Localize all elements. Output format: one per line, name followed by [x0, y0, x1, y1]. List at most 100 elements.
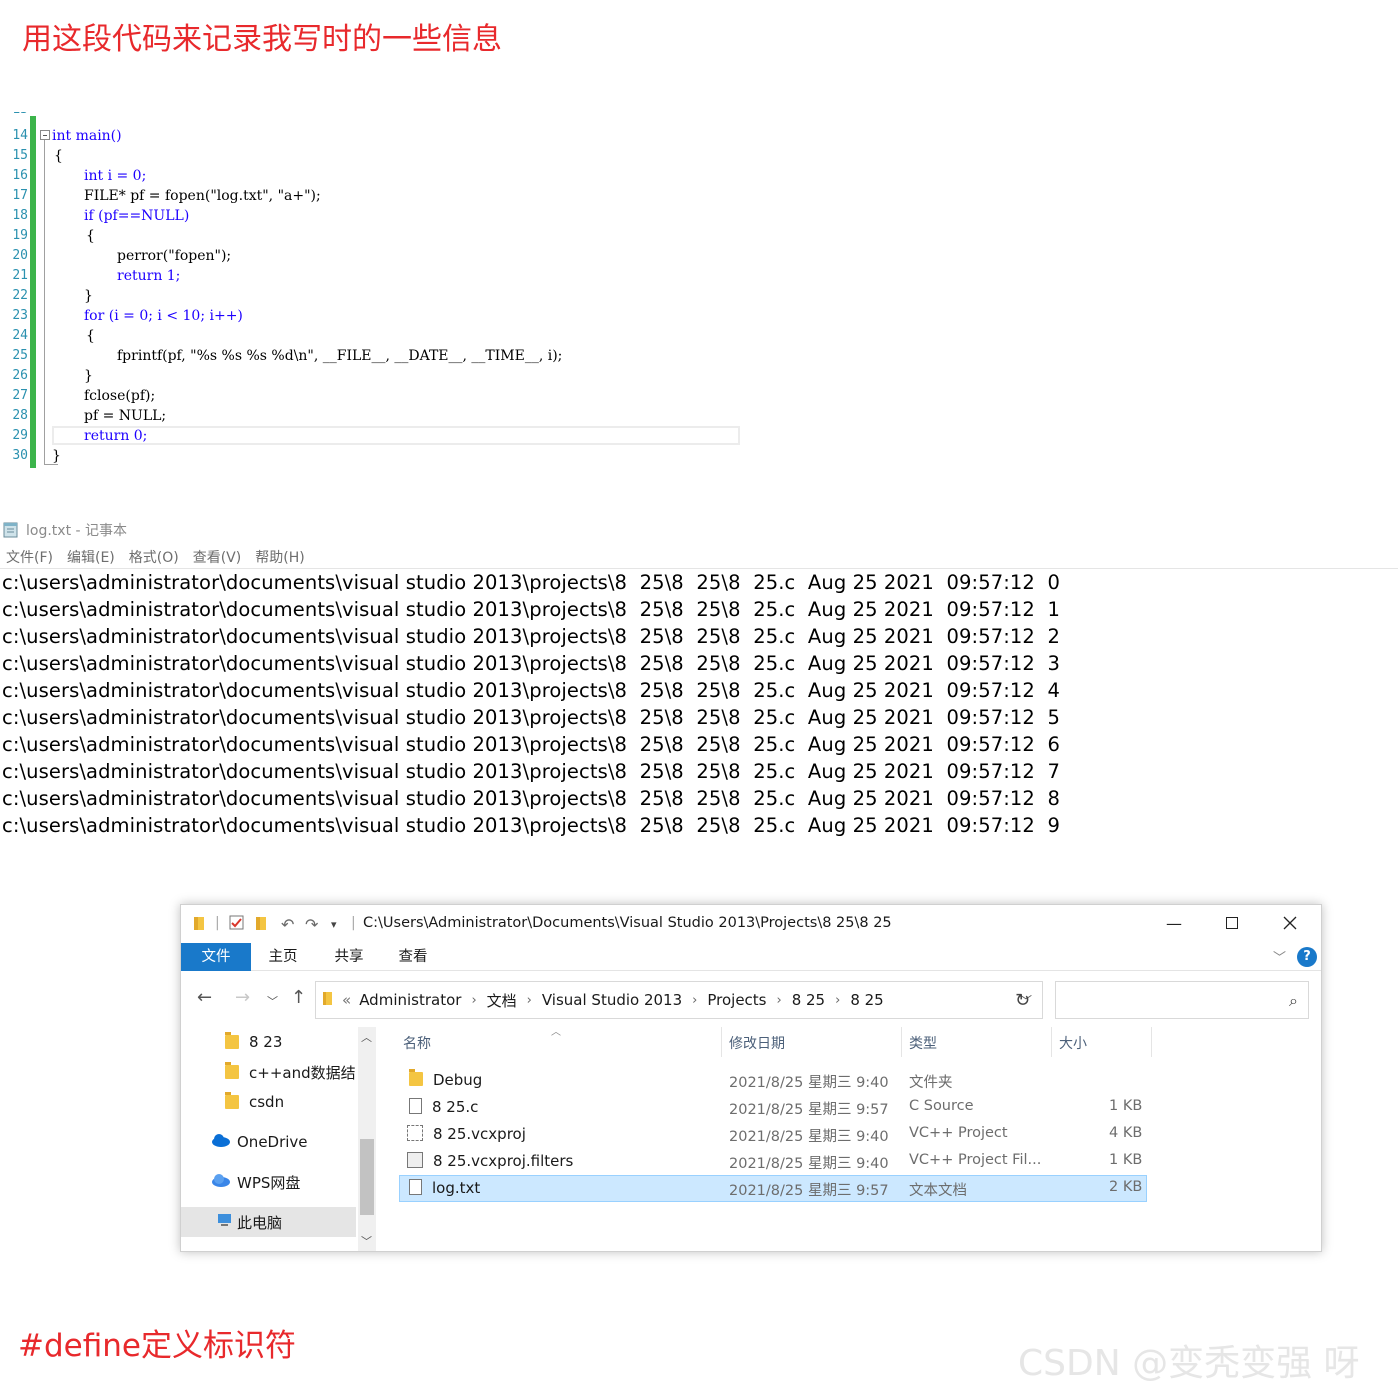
- file-row[interactable]: 8 25.vcxproj 2021/8/25 星期三 9:40 VC++ Pro…: [399, 1121, 1147, 1148]
- notepad-text-area[interactable]: c:\users\administrator\documents\visual …: [2, 569, 1398, 839]
- chevron-right-icon[interactable]: ›: [692, 993, 697, 1008]
- menu-view[interactable]: 查看(V): [193, 547, 242, 569]
- chevron-right-icon[interactable]: ›: [527, 993, 532, 1008]
- menu-file[interactable]: 文件(F): [6, 547, 53, 569]
- nav-item-wps[interactable]: WPS网盘: [181, 1167, 356, 1197]
- customize-toolbar-icon[interactable]: ▾: [331, 918, 337, 931]
- help-icon[interactable]: ?: [1297, 947, 1317, 967]
- nav-item-onedrive[interactable]: OneDrive: [181, 1127, 356, 1157]
- menu-help[interactable]: 帮助(H): [255, 547, 304, 569]
- address-bar[interactable]: « Administrator › 文档 › Visual Studio 201…: [315, 981, 1043, 1019]
- log-line: c:\users\administrator\documents\visual …: [2, 760, 1061, 783]
- nav-item-this-pc[interactable]: 此电脑: [181, 1207, 356, 1237]
- file-type: 文件夹: [909, 1075, 953, 1091]
- c-source-file-icon: [409, 1098, 422, 1114]
- properties-icon[interactable]: [229, 915, 245, 935]
- column-divider[interactable]: [721, 1027, 722, 1057]
- scroll-up-icon[interactable]: ︿: [361, 1029, 372, 1045]
- undo-icon[interactable]: ↶: [281, 915, 294, 934]
- toolbar-separator: |: [215, 915, 220, 931]
- project-file-icon: [407, 1125, 423, 1141]
- nav-item-label: OneDrive: [237, 1133, 308, 1151]
- column-divider[interactable]: [1151, 1027, 1152, 1057]
- log-line: c:\users\administrator\documents\visual …: [2, 625, 1061, 648]
- page-heading-top: 用这段代码来记录我写时的一些信息: [22, 22, 502, 57]
- scroll-down-icon[interactable]: ﹀: [361, 1233, 372, 1249]
- new-folder-icon[interactable]: [255, 915, 269, 935]
- ribbon-tabs: 文件 主页 共享 查看 ﹀ ?: [181, 943, 1321, 971]
- code-line: if (pf==NULL): [84, 208, 190, 224]
- column-header-type[interactable]: 类型: [909, 1033, 937, 1053]
- fold-guide: [44, 140, 45, 465]
- folder-icon: [322, 991, 334, 1010]
- notepad-titlebar: log.txt - 记事本: [2, 519, 127, 541]
- search-icon[interactable]: ⌕: [1289, 991, 1298, 1011]
- folder-icon: [225, 1092, 239, 1109]
- menu-format[interactable]: 格式(O): [129, 547, 179, 569]
- close-button[interactable]: [1267, 905, 1313, 941]
- recent-locations-icon[interactable]: ﹀: [267, 993, 278, 1009]
- line-number: 23: [12, 308, 28, 323]
- changed-lines-indicator: [30, 116, 36, 468]
- scrollbar-thumb[interactable]: [360, 1139, 374, 1215]
- line-number: 27: [12, 388, 28, 403]
- column-divider[interactable]: [1051, 1027, 1052, 1057]
- nav-item-label: 此电脑: [237, 1213, 283, 1232]
- file-row[interactable]: 8 25.c 2021/8/25 星期三 9:57 C Source 1 KB: [399, 1094, 1147, 1121]
- refresh-button[interactable]: ↻: [1003, 981, 1043, 1019]
- code-line: {: [54, 148, 63, 164]
- chevron-right-icon[interactable]: ›: [777, 993, 782, 1008]
- log-line: c:\users\administrator\documents\visual …: [2, 571, 1061, 594]
- project-filters-file-icon: [407, 1152, 423, 1168]
- tab-file[interactable]: 文件: [181, 943, 251, 971]
- file-type: VC++ Project: [909, 1125, 1008, 1141]
- breadcrumb-item[interactable]: Administrator: [359, 991, 461, 1009]
- forward-arrow-icon[interactable]: →: [235, 987, 250, 1008]
- nav-item-folder[interactable]: 8 23: [181, 1027, 356, 1057]
- nav-item-label: csdn: [249, 1093, 285, 1111]
- file-row[interactable]: Debug 2021/8/25 星期三 9:40 文件夹: [399, 1067, 1147, 1094]
- breadcrumb-item[interactable]: Projects: [707, 991, 766, 1009]
- expand-ribbon-icon[interactable]: ﹀: [1273, 947, 1286, 966]
- tab-share[interactable]: 共享: [321, 943, 377, 971]
- line-number: 16: [12, 168, 28, 183]
- minimize-button[interactable]: —: [1151, 905, 1197, 941]
- log-line: c:\users\administrator\documents\visual …: [2, 598, 1061, 621]
- file-name: 8 25.vcxproj.filters: [407, 1152, 573, 1170]
- redo-icon[interactable]: ↷: [305, 915, 318, 934]
- sort-arrow-icon: ︿: [551, 1027, 561, 1038]
- cloud-icon: [211, 1173, 231, 1191]
- code-line: }: [84, 368, 93, 384]
- menu-edit[interactable]: 编辑(E): [67, 547, 115, 569]
- breadcrumb-item[interactable]: Visual Studio 2013: [542, 991, 682, 1009]
- file-size: 2 KB: [1109, 1179, 1143, 1195]
- file-row[interactable]: 8 25.vcxproj.filters 2021/8/25 星期三 9:40 …: [399, 1148, 1147, 1175]
- chevron-right-icon[interactable]: ›: [835, 993, 840, 1008]
- breadcrumb-item[interactable]: 8 25: [850, 991, 883, 1009]
- tab-home[interactable]: 主页: [255, 943, 311, 971]
- log-line: c:\users\administrator\documents\visual …: [2, 679, 1061, 702]
- chevron-right-icon[interactable]: ›: [471, 993, 476, 1008]
- breadcrumb-item[interactable]: 文档: [487, 990, 517, 1011]
- nav-item-folder[interactable]: csdn: [181, 1087, 356, 1117]
- up-arrow-icon[interactable]: ↑: [291, 987, 306, 1008]
- breadcrumb-overflow[interactable]: «: [342, 991, 351, 1009]
- file-date: 2021/8/25 星期三 9:57: [729, 1183, 889, 1199]
- search-box[interactable]: ⌕: [1055, 981, 1309, 1019]
- code-line: for (i = 0; i < 10; i++): [84, 308, 243, 324]
- nav-pane-scrollbar[interactable]: ︿ ﹀: [358, 1027, 376, 1251]
- column-header-name[interactable]: 名称: [403, 1033, 431, 1053]
- column-header-size[interactable]: 大小: [1059, 1033, 1087, 1053]
- file-row-selected[interactable]: log.txt 2021/8/25 星期三 9:57 文本文档 2 KB: [399, 1175, 1147, 1202]
- toolbar-separator: |: [351, 915, 356, 931]
- column-divider[interactable]: [901, 1027, 902, 1057]
- collapse-toggle-icon[interactable]: [40, 130, 50, 140]
- nav-item-folder[interactable]: c++and数据结构: [181, 1057, 356, 1087]
- breadcrumb-item[interactable]: 8 25: [792, 991, 825, 1009]
- column-header-date[interactable]: 修改日期: [729, 1033, 785, 1053]
- tab-view[interactable]: 查看: [385, 943, 441, 971]
- line-number: 18: [12, 208, 28, 223]
- file-type: 文本文档: [909, 1183, 967, 1199]
- back-arrow-icon[interactable]: ←: [197, 987, 212, 1008]
- maximize-button[interactable]: [1209, 905, 1255, 941]
